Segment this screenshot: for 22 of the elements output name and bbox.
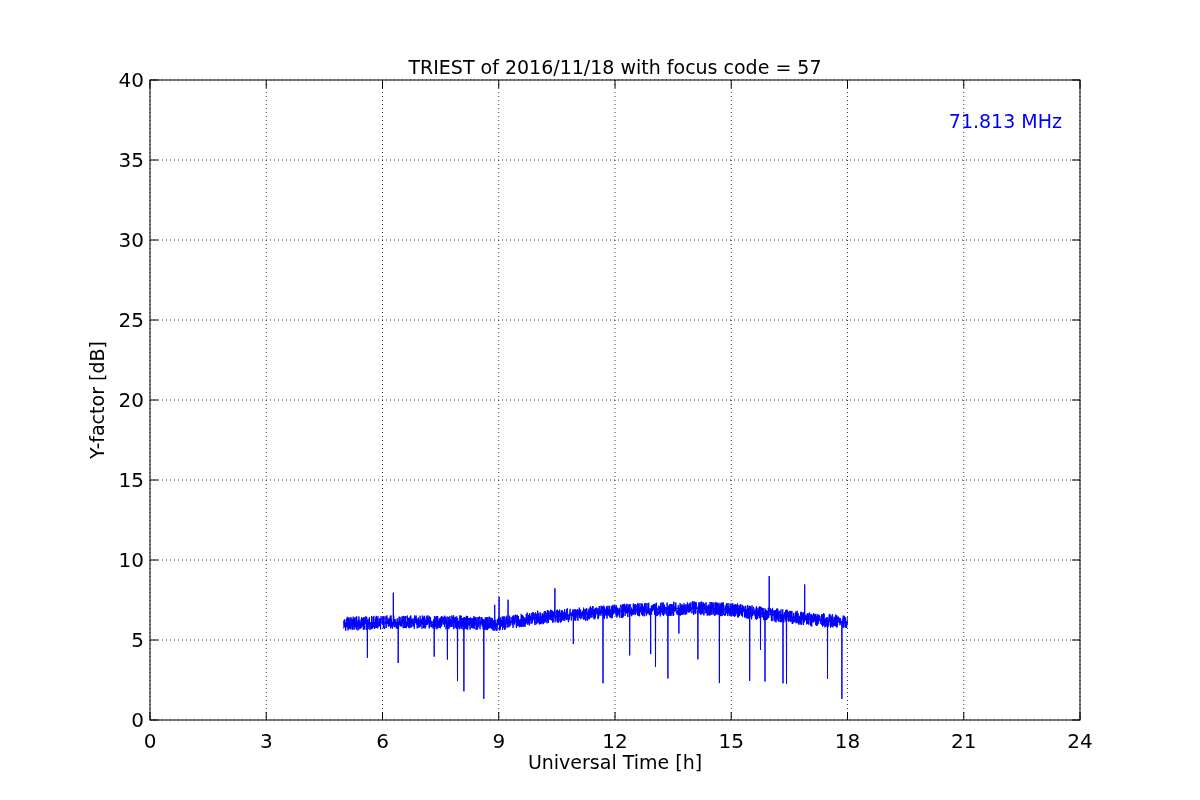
- y-tick-label: 25: [118, 308, 144, 332]
- y-tick-label: 30: [118, 228, 144, 252]
- x-tick-label: 15: [718, 729, 744, 753]
- y-tick-label: 35: [118, 148, 144, 172]
- x-axis-title: Universal Time [h]: [527, 751, 703, 773]
- x-tick-label: 6: [376, 729, 389, 753]
- y-tick-label: 15: [118, 468, 144, 492]
- x-tick-label: 9: [492, 729, 506, 753]
- x-tick-label: 18: [834, 729, 861, 753]
- y-tick-label: 40: [118, 68, 144, 92]
- x-tick-label: 24: [1067, 729, 1093, 753]
- y-tick-label: 0: [131, 708, 144, 732]
- x-tick-label: 21: [951, 729, 977, 753]
- y-tick-label: 5: [131, 628, 144, 652]
- x-tick-label: 0: [143, 729, 157, 753]
- y-axis-title: Y-factor [dB]: [86, 341, 108, 459]
- series-label: 71.813 MHz: [948, 110, 1062, 132]
- x-tick-label: 12: [602, 729, 628, 753]
- x-tick-label: 3: [259, 729, 273, 753]
- y-tick-label: 20: [118, 388, 144, 412]
- y-tick-label: 10: [118, 548, 144, 572]
- chart-title: TRIEST of 2016/11/18 with focus code = 57: [408, 56, 822, 78]
